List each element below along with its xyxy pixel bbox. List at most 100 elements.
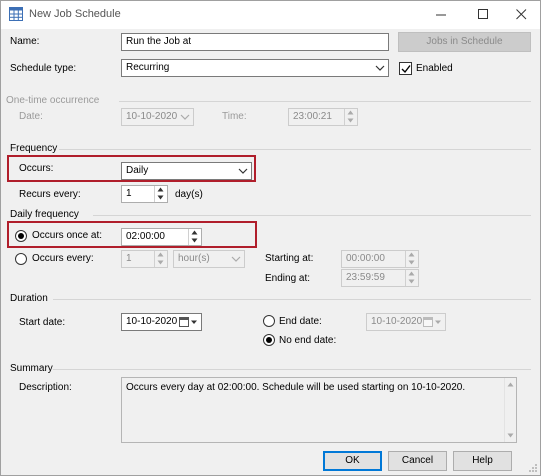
- ok-button[interactable]: OK: [323, 451, 382, 471]
- ending-at-label: Ending at:: [265, 273, 311, 284]
- description-label: Description:: [19, 382, 72, 393]
- description-textarea[interactable]: Occurs every day at 02:00:00. Schedule w…: [121, 377, 517, 443]
- once-time-spinner[interactable]: [188, 229, 200, 245]
- end-date-value: 10-10-2020: [371, 316, 423, 327]
- frequency-section-title: Frequency: [10, 143, 58, 154]
- spin-up-icon[interactable]: [154, 251, 166, 259]
- duration-section-title: Duration: [10, 293, 48, 304]
- window-title: New Job Schedule: [29, 8, 121, 20]
- one-time-date-value: 10-10-2020: [126, 111, 178, 122]
- title-bar[interactable]: New Job Schedule: [1, 1, 540, 29]
- one-time-date-picker[interactable]: 10-10-2020: [121, 108, 194, 126]
- close-icon: [515, 9, 526, 20]
- spin-up-icon[interactable]: [405, 270, 417, 278]
- close-button[interactable]: [501, 1, 541, 29]
- chevron-down-icon: [180, 114, 190, 120]
- time-label: Time:: [222, 111, 247, 122]
- occurs-value: Daily: [126, 165, 149, 176]
- one-time-time-value: 23:00:21: [293, 111, 332, 122]
- occurs-once-label: Occurs once at:: [32, 230, 103, 241]
- maximize-icon: [477, 9, 488, 19]
- daily-frequency-section-title: Daily frequency: [10, 209, 79, 220]
- occurs-every-label: Occurs every:: [32, 253, 94, 264]
- occurs-every-unit-value: hour(s): [178, 253, 210, 264]
- description-text: Occurs every day at 02:00:00. Schedule w…: [126, 382, 466, 393]
- end-date-picker[interactable]: 10-10-2020: [366, 313, 446, 331]
- maximize-button[interactable]: [463, 1, 503, 29]
- start-date-picker[interactable]: 10-10-2020: [121, 313, 202, 331]
- chevron-down-icon: [238, 168, 248, 174]
- section-divider: [59, 149, 531, 150]
- occurs-once-radio[interactable]: [15, 230, 27, 242]
- end-date-label: End date:: [279, 316, 322, 327]
- time-spinner[interactable]: [344, 109, 356, 125]
- occurs-once-time-input[interactable]: 02:00:00: [121, 228, 202, 246]
- help-button[interactable]: Help: [453, 451, 512, 471]
- app-icon: [9, 7, 23, 21]
- ending-at-value: 23:59:59: [346, 272, 385, 283]
- spin-down-icon[interactable]: [405, 259, 417, 267]
- enabled-label: Enabled: [416, 63, 453, 74]
- starting-at-label: Starting at:: [265, 253, 314, 264]
- occurs-every-radio[interactable]: [15, 253, 27, 265]
- recurs-spinner[interactable]: [154, 186, 166, 202]
- scroll-down-icon[interactable]: [507, 433, 514, 438]
- spin-down-icon[interactable]: [154, 259, 166, 267]
- resize-grip-icon[interactable]: [528, 463, 538, 473]
- section-divider: [53, 369, 531, 370]
- spin-down-icon[interactable]: [154, 194, 166, 202]
- spin-up-icon[interactable]: [188, 229, 200, 237]
- chevron-down-icon: [231, 256, 241, 262]
- recurs-unit-label: day(s): [175, 189, 203, 200]
- recurs-every-input[interactable]: 1: [121, 185, 168, 203]
- cancel-button[interactable]: Cancel: [388, 451, 447, 471]
- chevron-down-icon: [375, 65, 385, 71]
- name-input[interactable]: Run the Job at: [121, 33, 389, 51]
- schedule-type-value: Recurring: [126, 62, 170, 73]
- occurs-every-unit-select[interactable]: hour(s): [173, 250, 245, 268]
- occurs-every-input[interactable]: 1: [121, 250, 168, 268]
- scroll-up-icon[interactable]: [507, 382, 514, 387]
- checkmark-icon: [401, 65, 411, 74]
- end-date-radio[interactable]: [263, 315, 275, 327]
- start-date-value: 10-10-2020: [126, 316, 178, 327]
- spin-up-icon[interactable]: [154, 186, 166, 194]
- schedule-type-label: Schedule type:: [10, 63, 77, 74]
- starting-at-value: 00:00:00: [346, 253, 385, 264]
- occurs-select[interactable]: Daily: [121, 162, 252, 180]
- occurs-label: Occurs:: [19, 163, 54, 174]
- no-end-date-radio[interactable]: [263, 334, 275, 346]
- minimize-icon: [435, 14, 446, 16]
- spin-down-icon[interactable]: [405, 278, 417, 286]
- name-label: Name:: [10, 36, 40, 47]
- starting-at-input[interactable]: 00:00:00: [341, 250, 419, 268]
- spin-down-icon[interactable]: [344, 117, 356, 125]
- starting-spinner[interactable]: [405, 251, 417, 267]
- section-divider: [93, 215, 531, 216]
- recurs-every-label: Recurs every:: [19, 189, 81, 200]
- ending-spinner[interactable]: [405, 270, 417, 286]
- jobs-in-schedule-button[interactable]: Jobs in Schedule: [398, 32, 531, 52]
- schedule-type-select[interactable]: Recurring: [121, 59, 389, 77]
- date-label: Date:: [19, 111, 43, 122]
- job-schedule-dialog: New Job Schedule Name: Run the Job at Jo…: [0, 0, 541, 476]
- description-scrollbar[interactable]: [504, 378, 516, 442]
- minimize-button[interactable]: [421, 1, 461, 29]
- calendar-dropdown-icon: [179, 317, 197, 327]
- spin-up-icon[interactable]: [344, 109, 356, 117]
- spin-down-icon[interactable]: [188, 237, 200, 245]
- one-time-time-input[interactable]: 23:00:21: [288, 108, 358, 126]
- ending-at-input[interactable]: 23:59:59: [341, 269, 419, 287]
- spin-up-icon[interactable]: [405, 251, 417, 259]
- no-end-date-label: No end date:: [279, 335, 337, 346]
- calendar-dropdown-icon: [423, 317, 441, 327]
- one-time-section-title: One-time occurrence: [6, 95, 100, 106]
- summary-section-title: Summary: [10, 363, 53, 374]
- every-spinner[interactable]: [154, 251, 166, 267]
- section-divider: [53, 299, 531, 300]
- section-divider: [119, 101, 531, 102]
- enabled-checkbox[interactable]: [399, 62, 412, 75]
- recurs-every-value: 1: [126, 188, 132, 199]
- occurs-once-time-value: 02:00:00: [126, 231, 165, 242]
- start-date-label: Start date:: [19, 317, 66, 328]
